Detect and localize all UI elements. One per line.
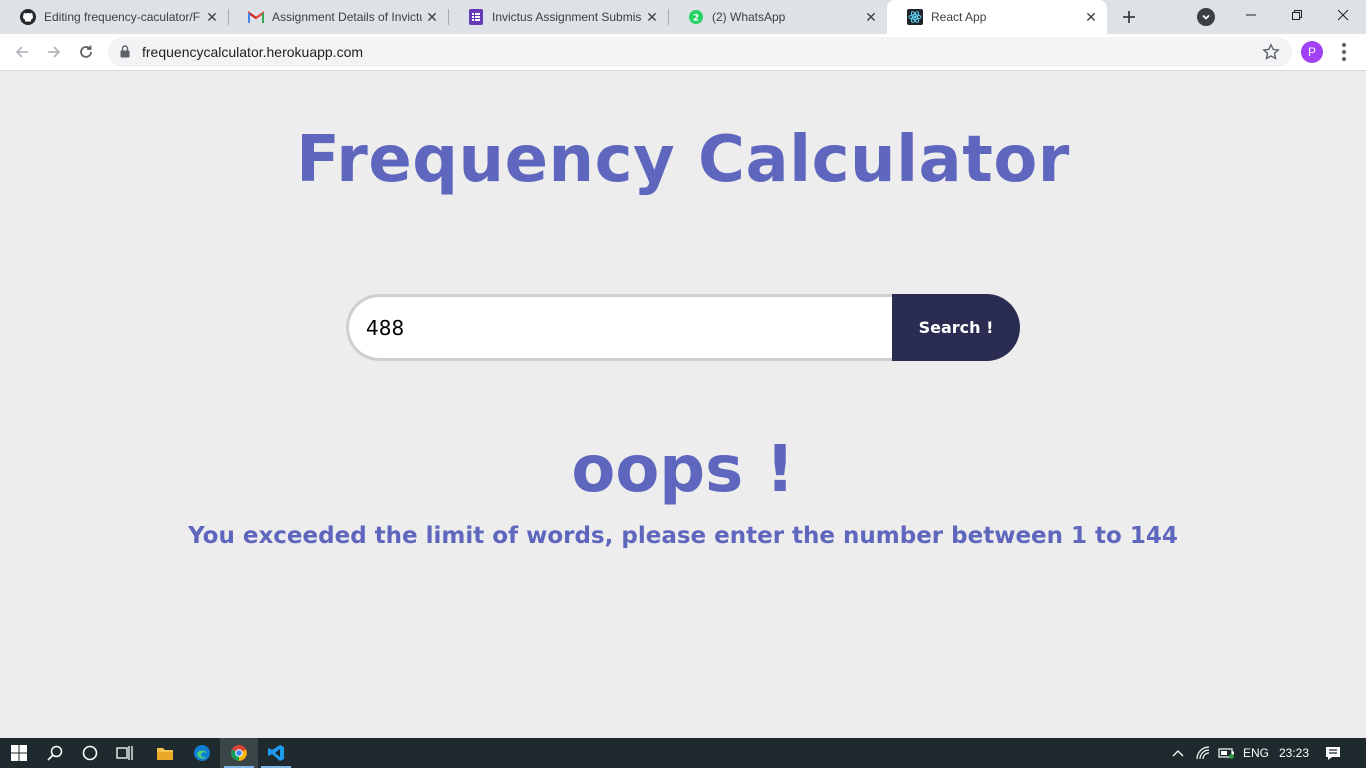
tab-title: Assignment Details of Invictu	[272, 10, 422, 24]
error-heading: oops !	[571, 433, 795, 507]
taskbar: ENG 23:23	[0, 738, 1366, 768]
tab-react-app[interactable]: React App ✕	[887, 0, 1107, 34]
tab-gmail[interactable]: Assignment Details of Invictu ✕	[228, 0, 448, 34]
lock-icon	[120, 45, 130, 63]
taskbar-search-button[interactable]	[36, 738, 74, 768]
minimize-icon	[1246, 14, 1256, 16]
close-tab-icon[interactable]: ✕	[422, 7, 442, 27]
reload-button[interactable]	[74, 40, 98, 64]
tab-title: (2) WhatsApp	[712, 10, 786, 24]
task-view-icon	[116, 746, 133, 760]
close-icon	[1337, 9, 1349, 21]
vscode-button[interactable]	[257, 738, 295, 768]
wifi-icon	[1196, 746, 1210, 760]
new-tab-button[interactable]	[1117, 5, 1141, 29]
notification-icon	[1326, 746, 1340, 760]
tab-github[interactable]: Editing frequency-caculator/F ✕	[0, 0, 228, 34]
page-content: Frequency Calculator Search ! oops ! You…	[0, 71, 1366, 738]
vscode-icon	[268, 745, 284, 761]
restore-icon	[1292, 10, 1302, 20]
plus-icon	[1123, 11, 1135, 23]
number-input[interactable]	[346, 294, 893, 361]
edge-icon	[194, 745, 210, 761]
battery-charging-icon	[1218, 748, 1234, 759]
restore-button[interactable]	[1274, 0, 1320, 30]
close-tab-icon[interactable]: ✕	[642, 7, 662, 27]
cortana-icon	[82, 745, 98, 761]
windows-logo-icon	[11, 745, 27, 761]
folder-icon	[157, 747, 173, 760]
gmail-icon	[248, 9, 264, 25]
whatsapp-icon: 2	[688, 9, 704, 25]
error-message: You exceeded the limit of words, please …	[188, 523, 1178, 549]
forward-arrow-icon	[48, 46, 61, 58]
close-tab-icon[interactable]: ✕	[861, 7, 881, 27]
tab-forms[interactable]: Invictus Assignment Submissi ✕	[448, 0, 668, 34]
google-forms-icon	[468, 9, 484, 25]
tab-whatsapp[interactable]: 2 (2) WhatsApp ✕	[668, 0, 887, 34]
start-button[interactable]	[0, 738, 38, 768]
close-tab-icon[interactable]: ✕	[202, 7, 222, 27]
reload-icon	[80, 45, 92, 58]
task-view-button[interactable]	[106, 738, 144, 768]
tab-strip: Editing frequency-caculator/F ✕ Assignme…	[0, 0, 1366, 34]
back-arrow-icon	[15, 46, 28, 58]
tab-title: Invictus Assignment Submissi	[492, 10, 642, 24]
address-bar[interactable]: frequencycalculator.herokuapp.com	[108, 37, 1292, 67]
browser-toolbar: frequencycalculator.herokuapp.com P	[0, 34, 1366, 71]
network-button[interactable]	[1192, 738, 1214, 768]
battery-button[interactable]	[1216, 738, 1238, 768]
action-center-button[interactable]	[1320, 738, 1346, 768]
back-button[interactable]	[10, 40, 34, 64]
tab-title: React App	[931, 10, 987, 24]
edge-button[interactable]	[183, 738, 221, 768]
tab-title: Editing frequency-caculator/F	[44, 10, 201, 24]
bookmark-star-icon[interactable]	[1262, 43, 1280, 66]
minimize-button[interactable]	[1228, 0, 1274, 30]
profile-avatar[interactable]: P	[1301, 41, 1323, 63]
cortana-button[interactable]	[71, 738, 109, 768]
language-indicator[interactable]: ENG	[1240, 738, 1272, 768]
file-explorer-button[interactable]	[146, 738, 184, 768]
close-tab-icon[interactable]: ✕	[1081, 7, 1101, 27]
url-text: frequencycalculator.herokuapp.com	[142, 44, 364, 60]
react-icon	[907, 9, 923, 25]
search-button[interactable]: Search !	[892, 294, 1020, 361]
browser-menu-icon[interactable]	[1334, 40, 1354, 64]
chevron-up-icon	[1172, 750, 1184, 757]
page-title: Frequency Calculator	[296, 123, 1070, 197]
close-window-button[interactable]	[1320, 0, 1366, 30]
chrome-icon	[231, 745, 247, 761]
whatsapp-badge: 2	[693, 14, 699, 24]
clock[interactable]: 23:23	[1276, 738, 1312, 768]
tab-search-button[interactable]	[1197, 8, 1215, 26]
chrome-button[interactable]	[220, 738, 258, 768]
github-icon	[20, 9, 36, 25]
search-icon	[47, 745, 63, 761]
chevron-down-icon	[1202, 14, 1210, 20]
forward-button[interactable]	[42, 40, 66, 64]
show-hidden-icons-button[interactable]	[1168, 738, 1188, 768]
